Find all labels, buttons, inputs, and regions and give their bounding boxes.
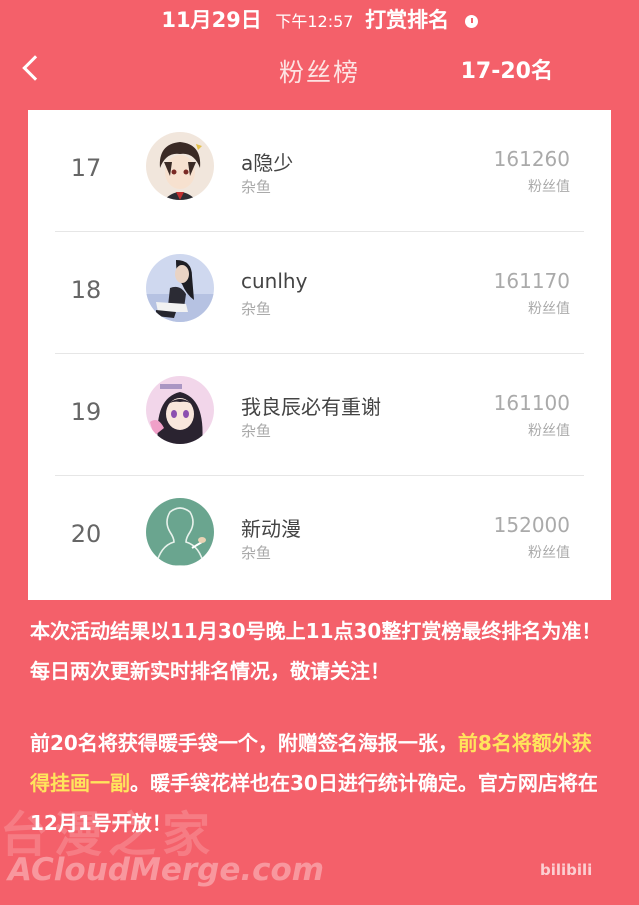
fan-score-label: 粉丝值 <box>528 423 570 439</box>
default-sketch-avatar[interactable] <box>146 498 214 566</box>
time-text: 下午12:57 <box>275 12 354 31</box>
user-tag: 杂鱼 <box>241 544 272 562</box>
list-item[interactable]: 18 cunlhy 杂鱼 161170 粉丝值 <box>28 232 611 354</box>
fan-score-label: 粉丝值 <box>528 545 570 561</box>
user-name: 我良辰必有重谢 <box>241 395 381 419</box>
status-bar: 11月29日 下午12:57 打赏排名 <box>0 4 639 34</box>
fan-score-label: 粉丝值 <box>528 179 570 195</box>
user-name: a隐少 <box>241 151 294 175</box>
watermark-text: ACloudMerge.com <box>8 852 325 888</box>
user-tag: 杂鱼 <box>241 300 272 318</box>
fan-score: 161260 <box>493 147 570 171</box>
rank-range: 17-20名 <box>460 59 553 84</box>
girl-sitting-avatar[interactable] <box>146 254 214 322</box>
status-title: 打赏排名 <box>365 8 450 32</box>
rank-number: 18 <box>70 276 102 304</box>
nav-bar: 粉丝榜 17-20名 <box>0 45 639 97</box>
rank-number: 20 <box>70 520 102 548</box>
rank-number: 19 <box>70 398 102 426</box>
fan-score: 161100 <box>493 391 570 415</box>
date-text: 11月29日 <box>161 8 262 32</box>
rank-number: 17 <box>70 154 102 182</box>
clock-icon <box>464 15 478 28</box>
list-item[interactable]: 19 我良辰必有重谢 杂鱼 161100 粉丝值 <box>28 354 611 476</box>
fan-score: 152000 <box>493 513 570 537</box>
fan-score: 161170 <box>493 269 570 293</box>
ranking-list: 17 a隐少 杂鱼 161260 粉丝值 18 cunlhy 杂鱼 161170… <box>28 110 611 600</box>
list-item[interactable]: 20 新动漫 杂鱼 152000 粉丝值 <box>28 476 611 598</box>
user-tag: 杂鱼 <box>241 178 272 196</box>
list-item[interactable]: 17 a隐少 杂鱼 161260 粉丝值 <box>28 110 611 232</box>
user-name: cunlhy <box>241 269 308 293</box>
bilibili-logo: bilibili <box>540 861 593 879</box>
fan-score-label: 粉丝值 <box>528 301 570 317</box>
anime-boy-avatar[interactable] <box>146 132 214 200</box>
user-name: 新动漫 <box>241 517 301 541</box>
anime-girl-avatar[interactable] <box>146 376 214 444</box>
notice-text: 前20名将获得暖手袋一个，附赠签名海报一张， <box>30 731 458 755</box>
user-tag: 杂鱼 <box>241 422 272 440</box>
notice-paragraph: 本次活动结果以11月30号晚上11点30整打赏榜最终排名为准！每日两次更新实时排… <box>30 619 602 683</box>
